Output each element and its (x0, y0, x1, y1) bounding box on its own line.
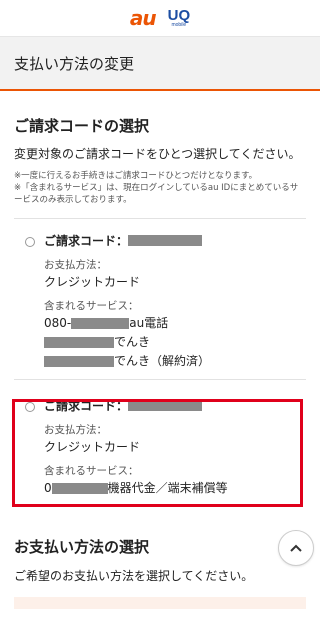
section-description: 変更対象のご請求コードをひとつ選択してください。 (14, 147, 301, 161)
billing-code-label: ご請求コード： (44, 233, 129, 248)
section-title-billing-code: ご請求コードの選択 (14, 117, 150, 135)
notes: ※一度に行えるお手続きはご請求コードひとつだけとなります。 ※「含まれるサービス… (14, 170, 306, 206)
page-title: 支払い方法の変更 (0, 37, 320, 91)
section-title-payment-method: お支払い方法の選択 (14, 538, 150, 556)
masked-billing-code (128, 234, 203, 246)
app-header: au UQ mobile (0, 0, 320, 37)
section-description: ご希望のお支払い方法を選択してください。 (14, 569, 254, 583)
selection-highlight-frame (12, 399, 303, 507)
masked-phone-number (71, 318, 130, 329)
billing-code-row: ご請求コード： (44, 231, 306, 249)
service-item: でんき（解約済） (44, 352, 306, 371)
uq-logo-sub: mobile (171, 22, 187, 28)
uq-mobile-logo: UQ mobile (168, 8, 191, 28)
chevron-up-icon (290, 544, 302, 552)
note-2: ※「含まれるサービス」は、現在ログインしているau IDにまとめているサービスの… (14, 183, 299, 205)
payment-method-value: クレジットカード (44, 275, 141, 289)
billing-code-option-1[interactable]: ご請求コード： お支払方法： クレジットカード 含まれるサービス： 080- a… (0, 219, 320, 371)
service-item: でんき (44, 333, 306, 352)
radio-button[interactable] (25, 237, 35, 247)
scroll-to-top-button[interactable] (278, 530, 314, 566)
payment-option-placeholder (14, 597, 306, 609)
au-logo: au (129, 6, 157, 30)
payment-method-label: お支払方法： (44, 259, 107, 271)
masked-service-id (44, 356, 114, 367)
service-item: 080- au電話 (44, 316, 169, 330)
uq-logo-text: UQ (167, 7, 191, 24)
services-label: 含まれるサービス： (44, 300, 139, 312)
note-1: ※一度に行えるお手続きはご請求コードひとつだけとなります。 (14, 171, 258, 181)
masked-service-id (44, 337, 114, 348)
